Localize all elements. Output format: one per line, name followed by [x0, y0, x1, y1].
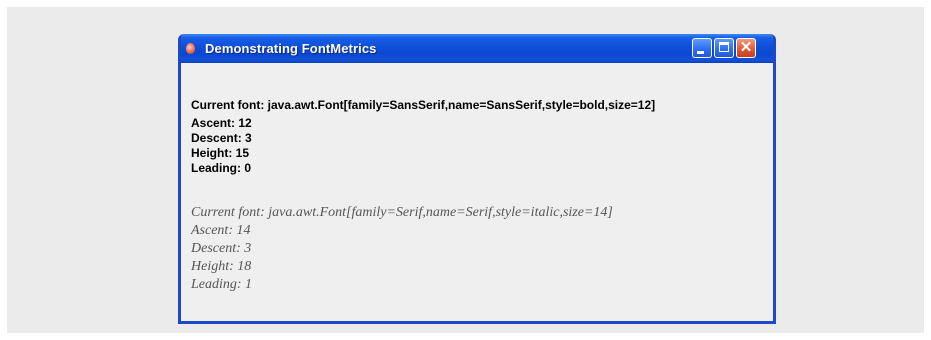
serif-current-font-text: Current font: java.awt.Font[family=Serif…: [191, 205, 613, 220]
sans-ascent-text: Ascent: 12: [191, 116, 252, 130]
java-app-icon[interactable]: [186, 43, 195, 54]
serif-descent-text: Descent: 3: [191, 241, 252, 256]
sans-height-text: Height: 15: [191, 146, 250, 160]
sans-current-font-text: Current font: java.awt.Font[family=SansS…: [191, 98, 656, 112]
sans-leading-text: Leading: 0: [191, 161, 252, 175]
close-button[interactable]: ✕: [736, 38, 756, 58]
minimize-button[interactable]: [692, 38, 712, 58]
serif-height-text: Height: 18: [191, 259, 252, 274]
minimize-icon: [697, 51, 704, 54]
maximize-button[interactable]: [714, 38, 734, 58]
maximize-icon: [719, 42, 729, 52]
serif-leading-text: Leading: 1: [191, 277, 253, 292]
sans-descent-text: Descent: 3: [191, 131, 252, 145]
window-title: Demonstrating FontMetrics: [205, 41, 377, 56]
app-window: Demonstrating FontMetrics ✕ Current font…: [178, 34, 776, 324]
close-icon: ✕: [739, 39, 753, 56]
client-area: Current font: java.awt.Font[family=SansS…: [181, 63, 773, 321]
serif-ascent-text: Ascent: 14: [191, 223, 251, 238]
title-bar[interactable]: Demonstrating FontMetrics ✕: [181, 34, 773, 63]
